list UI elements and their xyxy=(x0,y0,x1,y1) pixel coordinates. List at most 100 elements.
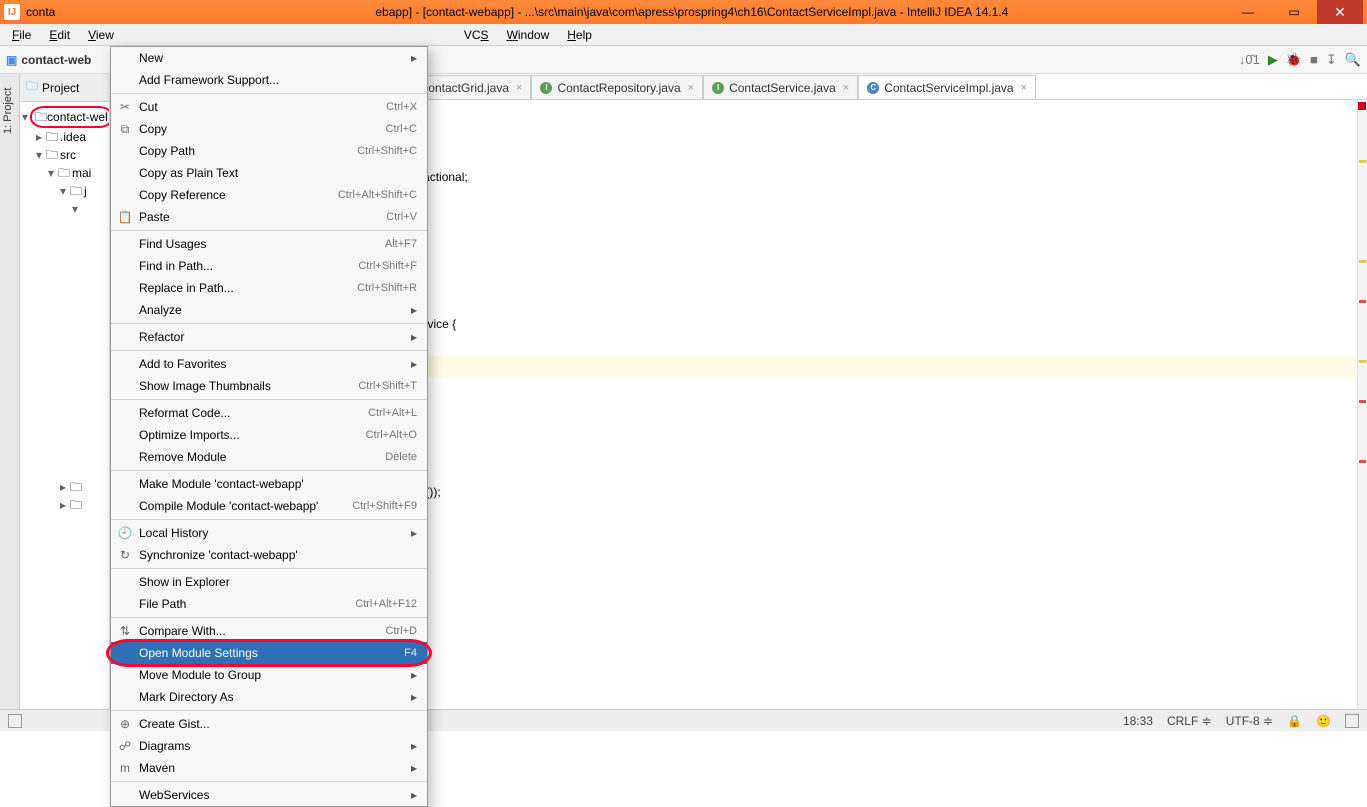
menu-item[interactable]: 🕘Local History▸ xyxy=(111,522,427,544)
project-tree[interactable]: ▾ 🗀 contact-wel ▸🗀 .idea ▾🗀 src ▾🗀 mai ▾🗀… xyxy=(20,102,109,518)
hector-icon[interactable]: 🙂 xyxy=(1316,714,1331,728)
module-icon: ▣ xyxy=(6,53,17,67)
context-menu[interactable]: New▸ Add Framework Support... ✂CutCtrl+X⧉C… xyxy=(110,46,428,807)
tree-root[interactable]: 🗀 contact-wel xyxy=(30,106,110,128)
menu-item[interactable]: Compile Module 'contact-webapp'Ctrl+Shif… xyxy=(111,495,427,517)
tree-node-resources[interactable]: ▸🗀 xyxy=(22,478,107,496)
menu-item-label: Copy Path xyxy=(139,144,195,158)
menu-item-label: Add Framework Support... xyxy=(139,73,279,87)
menu-separator xyxy=(111,470,427,471)
menu-item-icon: ⇅ xyxy=(117,624,133,638)
project-header[interactable]: 🗀 Project xyxy=(20,74,109,102)
tab-close-icon[interactable]: × xyxy=(843,82,849,94)
tree-node-pkg[interactable]: ▾ xyxy=(22,200,107,218)
editor-tab[interactable]: IContactService.java× xyxy=(703,75,858,99)
breadcrumb[interactable]: ▣ contact-web xyxy=(6,53,91,67)
tab-close-icon[interactable]: × xyxy=(688,82,694,94)
caret-position[interactable]: 18:33 xyxy=(1123,714,1153,728)
maximize-button[interactable]: ▭ xyxy=(1271,0,1317,24)
menu-item[interactable]: Mark Directory As▸ xyxy=(111,686,427,708)
menu-item[interactable]: Copy Path Ctrl+Shift+C xyxy=(111,140,427,162)
menu-item-label: File Path xyxy=(139,597,186,611)
menu-item[interactable]: Find UsagesAlt+F7 xyxy=(111,233,427,255)
menu-item[interactable]: File PathCtrl+Alt+F12 xyxy=(111,593,427,615)
menu-item[interactable]: Add to Favorites▸ xyxy=(111,353,427,375)
menu-item[interactable]: Reformat Code...Ctrl+Alt+L xyxy=(111,402,427,424)
menu-item[interactable]: Open Module SettingsF4 xyxy=(111,642,427,664)
menu-item[interactable]: ⊕Create Gist... xyxy=(111,713,427,735)
tab-close-icon[interactable]: × xyxy=(1021,82,1027,94)
left-gutter[interactable]: 1: Project xyxy=(0,74,20,709)
menu-item[interactable]: mMaven▸ xyxy=(111,757,427,779)
tree-node-main[interactable]: ▾🗀 mai xyxy=(22,164,107,182)
menu-file[interactable]: File xyxy=(4,26,39,44)
menu-view[interactable]: View xyxy=(80,26,122,44)
menu-item[interactable]: Copy ReferenceCtrl+Alt+Shift+C xyxy=(111,184,427,206)
breadcrumb-label: contact-web xyxy=(21,53,91,67)
menu-item[interactable]: Refactor▸ xyxy=(111,326,427,348)
menu-item[interactable]: Show in Explorer xyxy=(111,571,427,593)
menu-window[interactable]: Window xyxy=(499,26,558,44)
editor-tab[interactable]: IContactRepository.java× xyxy=(531,75,703,99)
readonly-lock-icon[interactable]: 🔒 xyxy=(1287,714,1302,728)
menu-item-shortcut: Ctrl+Alt+L xyxy=(368,407,417,419)
compile-icon[interactable]: ↓0̂1 xyxy=(1239,52,1260,67)
menu-item[interactable]: Replace in Path...Ctrl+Shift+R xyxy=(111,277,427,299)
menu-item[interactable]: Move Module to Group▸ xyxy=(111,664,427,686)
window-titlebar: IJ conta ebapp] - [contact-webapp] - ...… xyxy=(0,0,1367,24)
tree-node-idea[interactable]: ▸🗀 .idea xyxy=(22,128,107,146)
line-separator[interactable]: CRLF ≑ xyxy=(1167,714,1212,728)
menu-item[interactable]: Add Framework Support... xyxy=(111,69,427,91)
menu-item[interactable]: ↻Synchronize 'contact-webapp' xyxy=(111,544,427,566)
stop-icon[interactable]: ■ xyxy=(1310,52,1318,67)
error-stripe[interactable] xyxy=(1357,100,1367,709)
menu-item-label: Show Image Thumbnails xyxy=(139,379,271,393)
run-icon[interactable]: ▶ xyxy=(1268,52,1278,68)
minimize-button[interactable]: — xyxy=(1225,0,1271,24)
menu-item[interactable]: Find in Path...Ctrl+Shift+F xyxy=(111,255,427,277)
menu-vcs[interactable]: VCS xyxy=(456,26,497,44)
menu-item[interactable]: ✂CutCtrl+X xyxy=(111,96,427,118)
menu-item[interactable]: ⇅Compare With...Ctrl+D xyxy=(111,620,427,642)
menu-item[interactable]: Make Module 'contact-webapp' xyxy=(111,473,427,495)
close-button[interactable]: ✕ xyxy=(1317,0,1363,24)
menu-item[interactable]: Analyze▸ xyxy=(111,299,427,321)
editor-tab[interactable]: CContactServiceImpl.java× xyxy=(858,75,1036,99)
menu-edit[interactable]: Edit xyxy=(41,26,78,44)
project-tool-label[interactable]: 1: Project xyxy=(2,88,14,134)
menu-item-label: Find Usages xyxy=(139,237,206,251)
menu-separator xyxy=(111,710,427,711)
menu-item-icon: ☍ xyxy=(117,739,133,753)
tree-node-java[interactable]: ▾🗀 j xyxy=(22,182,107,200)
menu-item[interactable]: New▸ xyxy=(111,47,427,69)
menu-item-label: Cut xyxy=(139,100,158,114)
menu-item-shortcut: Ctrl+Shift+C xyxy=(357,145,417,157)
menu-item[interactable]: ⧉CopyCtrl+C xyxy=(111,118,427,140)
menu-item[interactable]: ☍Diagrams▸ xyxy=(111,735,427,757)
debug-icon[interactable]: 🐞 xyxy=(1286,52,1302,68)
tree-node-webapp[interactable]: ▸🗀 xyxy=(22,496,107,514)
menu-separator xyxy=(111,350,427,351)
menu-separator xyxy=(111,519,427,520)
error-summary-icon[interactable] xyxy=(1358,102,1366,110)
menu-item[interactable]: Optimize Imports...Ctrl+Alt+O xyxy=(111,424,427,446)
submenu-arrow-icon: ▸ xyxy=(411,668,417,682)
status-box-icon[interactable] xyxy=(8,714,22,728)
submenu-arrow-icon: ▸ xyxy=(411,788,417,802)
menu-item[interactable]: Remove ModuleDelete xyxy=(111,446,427,468)
menu-item[interactable]: 📋PasteCtrl+V xyxy=(111,206,427,228)
project-tool-window: 🗀 Project ▾ 🗀 contact-wel ▸🗀 .idea ▾🗀 src… xyxy=(20,74,110,709)
class-icon: C xyxy=(867,82,879,94)
menu-help[interactable]: Help xyxy=(559,26,600,44)
search-icon[interactable]: 🔍 xyxy=(1345,52,1361,68)
menu-item-label: Remove Module xyxy=(139,450,226,464)
tab-close-icon[interactable]: × xyxy=(516,82,522,94)
memory-indicator[interactable] xyxy=(1345,714,1359,728)
menu-item-icon: 🕘 xyxy=(117,526,133,540)
menu-item[interactable]: Show Image ThumbnailsCtrl+Shift+T xyxy=(111,375,427,397)
tree-node-src[interactable]: ▾🗀 src xyxy=(22,146,107,164)
menu-item[interactable]: Copy as Plain Text xyxy=(111,162,427,184)
update-icon[interactable]: ↧ xyxy=(1326,52,1337,68)
menu-item[interactable]: WebServices▸ xyxy=(111,784,427,806)
file-encoding[interactable]: UTF-8 ≑ xyxy=(1226,714,1273,728)
